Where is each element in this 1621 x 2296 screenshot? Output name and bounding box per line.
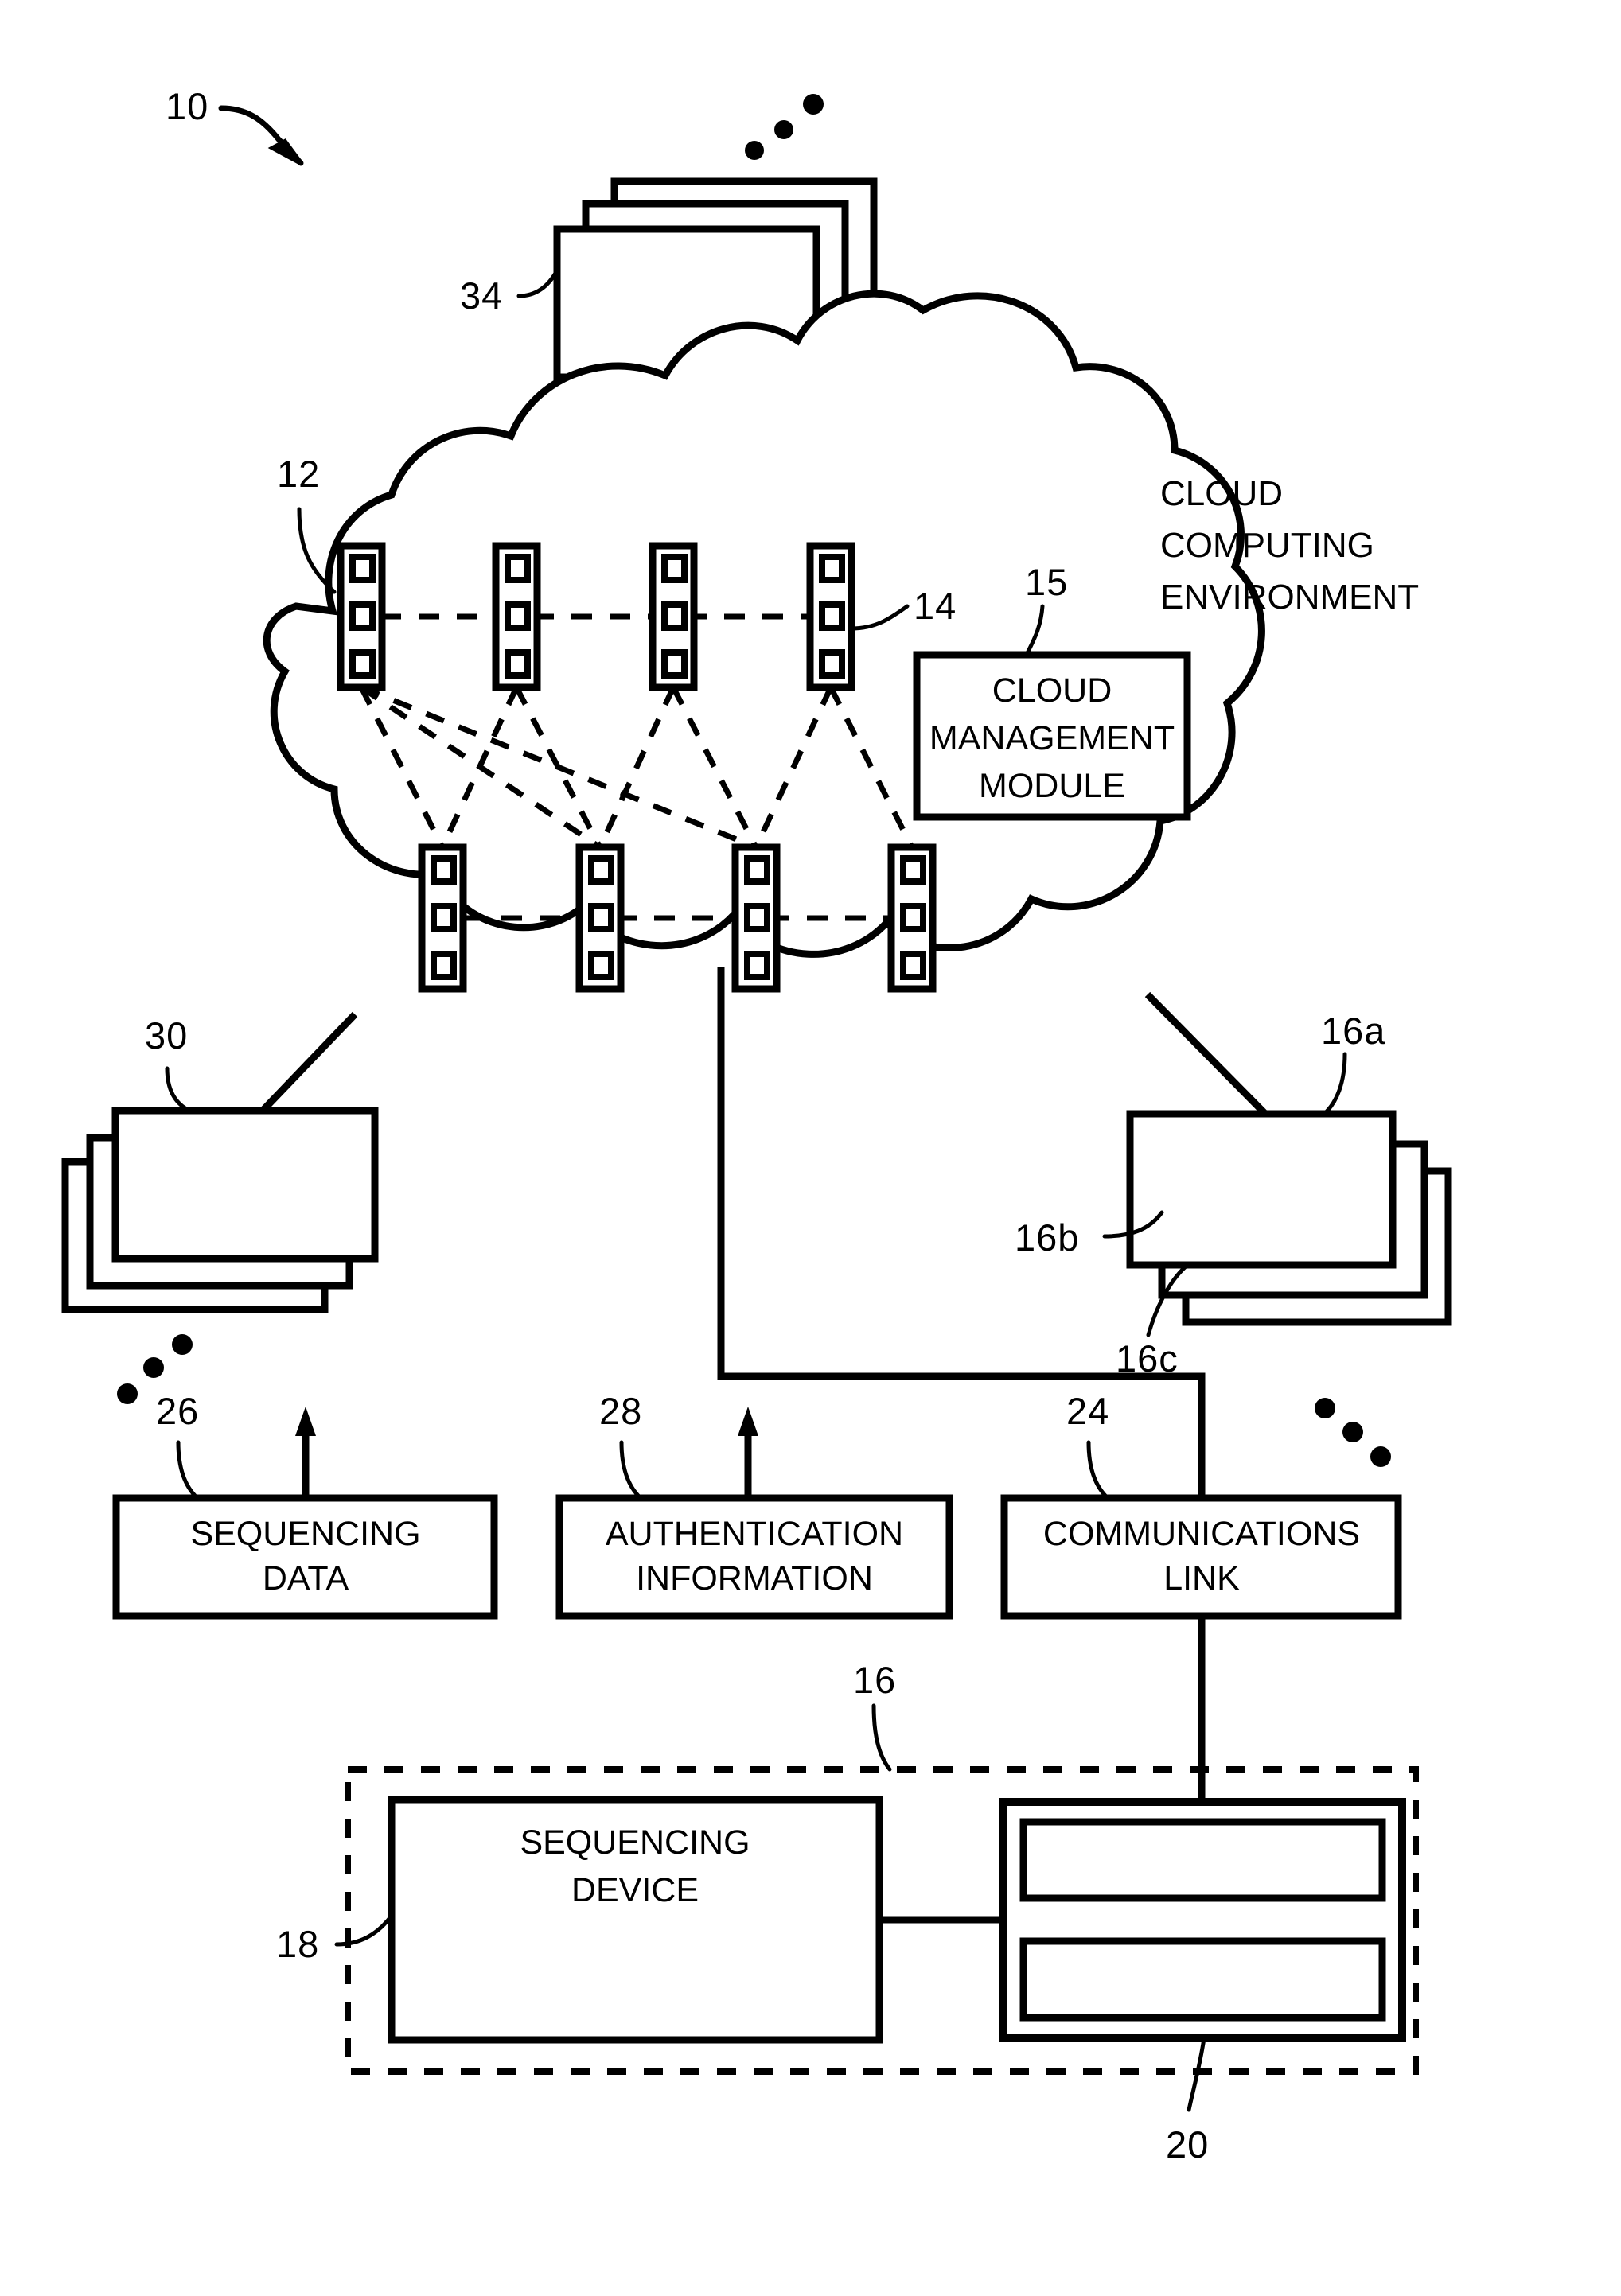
ref-num-30: 30 (145, 1014, 188, 1057)
ref-num-26: 26 (156, 1390, 199, 1432)
cloud-env-line-2: COMPUTING (1160, 526, 1374, 565)
server-node (806, 542, 855, 691)
ellipsis-dot (117, 1383, 138, 1404)
sequencing-device-line-2: DEVICE (571, 1871, 699, 1909)
ref-num-20: 20 (1166, 2123, 1209, 2166)
ellipsis-dot (774, 120, 793, 139)
communications-line-1: COMMUNICATIONS (1043, 1515, 1360, 1553)
ref-num-10: 10 (166, 85, 208, 127)
remote-device-stack (61, 1011, 379, 1404)
ref-num-16b: 16b (1015, 1216, 1079, 1259)
cloud-env-line-3: ENVIRONMENT (1160, 578, 1419, 617)
sequencing-device-line-1: SEQUENCING (520, 1823, 750, 1862)
server-node (492, 542, 541, 691)
cloud-env-line-1: CLOUD (1160, 474, 1283, 513)
server-node (649, 542, 698, 691)
diagram-canvas: 10 34 12 CLOUD COMPUTING ENVIRONMENT 14 … (61, 85, 1452, 2166)
ref-num-12: 12 (277, 453, 320, 495)
ref-num-16a: 16a (1321, 1010, 1385, 1052)
server-node (337, 542, 386, 691)
ref-num-34: 34 (460, 274, 503, 317)
ref-num-16: 16 (853, 1659, 896, 1701)
ref-num-15: 15 (1025, 561, 1068, 603)
ref-num-14: 14 (914, 585, 957, 627)
ellipsis-dot (803, 94, 824, 115)
authentication-line-1: AUTHENTICATION (606, 1515, 903, 1553)
communications-line-2: LINK (1163, 1559, 1240, 1597)
server-node (887, 843, 937, 993)
system-lead-arrow (218, 105, 304, 166)
ref-num-28: 28 (599, 1390, 642, 1432)
ref-num-24: 24 (1066, 1390, 1109, 1432)
cmm-line-1: CLOUD (992, 671, 1112, 710)
cloud-environment-label: CLOUD COMPUTING ENVIRONMENT (1160, 474, 1419, 617)
authentication-line-2: INFORMATION (636, 1559, 873, 1597)
ellipsis-dot (1370, 1446, 1391, 1467)
communications-link-box: COMMUNICATIONS LINK (1000, 1440, 1402, 1802)
ellipsis-dot (745, 141, 764, 160)
cmm-line-2: MANAGEMENT (929, 719, 1175, 757)
sequencing-data-line-1: SEQUENCING (190, 1515, 420, 1553)
sequencing-device-box: SEQUENCING DEVICE (334, 1796, 1025, 2044)
ellipsis-dot (1342, 1422, 1363, 1442)
sequencing-data-box: SEQUENCING DATA (112, 1407, 498, 1620)
authentication-info-box: AUTHENTICATION INFORMATION (555, 1407, 953, 1620)
client-device-stack (1102, 991, 1452, 1467)
ellipsis-dot (1315, 1398, 1335, 1418)
cloud-management-module: CLOUD MANAGEMENT MODULE (913, 651, 1191, 821)
patent-figure: 10 34 12 CLOUD COMPUTING ENVIRONMENT 14 … (0, 0, 1621, 2296)
server-node (418, 843, 467, 993)
ellipsis-dot (143, 1357, 164, 1378)
server-node (731, 843, 781, 993)
server-node (575, 843, 625, 993)
sequencing-data-line-2: DATA (263, 1559, 349, 1597)
cmm-line-3: MODULE (979, 767, 1125, 805)
ref-num-18: 18 (276, 1923, 319, 1965)
computing-device (999, 1798, 1406, 2112)
ellipsis-dot (172, 1334, 193, 1355)
